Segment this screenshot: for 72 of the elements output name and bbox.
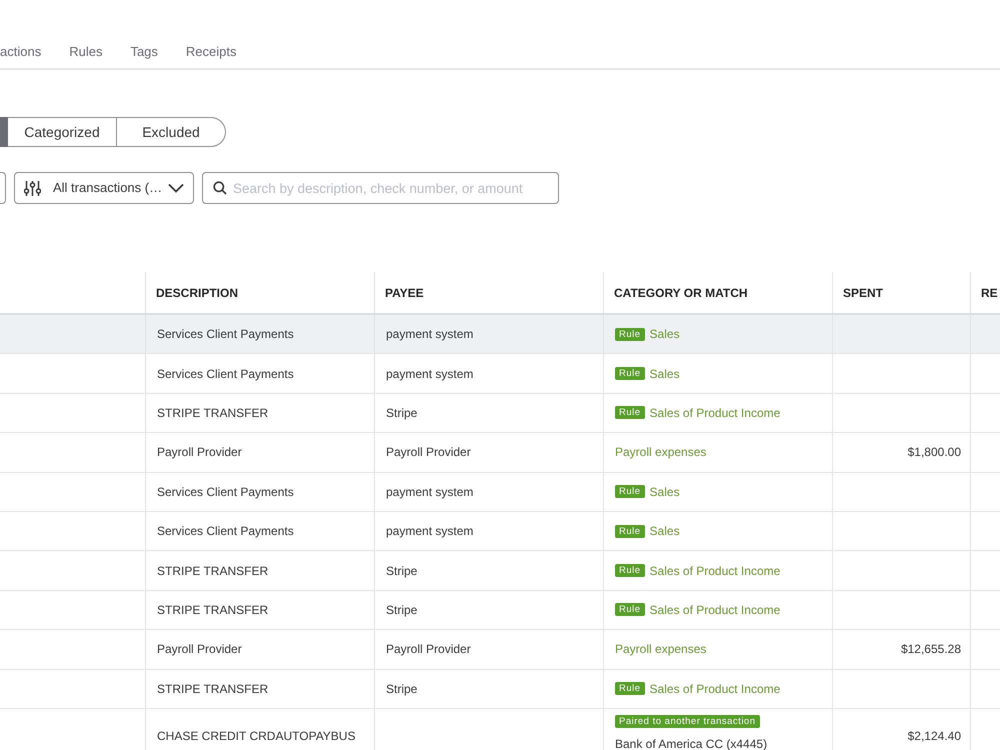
table-row[interactable]: Services Client Payments payment system Rule Sales <box>0 354 1000 394</box>
description-text: Payroll Provider <box>157 444 242 462</box>
description-text: Services Client Payments <box>157 326 294 344</box>
description-text: Services Client Payments <box>157 523 294 540</box>
table-row[interactable]: Services Client Payments payment system Rule Sales <box>0 512 1000 552</box>
nav-tab[interactable]: Receipts <box>186 42 236 62</box>
amount-text: $12,655.28 <box>900 641 961 658</box>
sliders-icon <box>24 180 41 196</box>
description-text: CHASE CREDIT CRDAUTOPAYBUS <box>157 728 356 746</box>
description-text: Services Client Payments <box>157 484 294 501</box>
table-row[interactable]: Services Client Payments payment system Rule Sales <box>0 315 1000 354</box>
column-header: RE <box>980 284 999 302</box>
nav-tab[interactable]: actions <box>0 42 42 62</box>
payee-text: Stripe <box>386 602 418 619</box>
category-text: Payroll expenses <box>615 641 706 658</box>
payee-text: Payroll Provider <box>386 641 471 658</box>
status-badge: Rule <box>615 367 645 380</box>
column-header: SPENT <box>833 272 971 313</box>
nav-tab[interactable]: Tags <box>130 42 158 62</box>
category-text: Sales <box>650 523 680 540</box>
payee-text: payment system <box>386 523 474 540</box>
amount-text: $1,800.00 <box>908 444 961 462</box>
category-text: Bank of America CC (x4445) <box>615 736 768 750</box>
category-text: Sales of Product Income <box>650 680 780 698</box>
payee-text: payment system <box>386 366 474 383</box>
description-text: Services Client Payments <box>157 366 294 383</box>
table-row[interactable]: STRIPE TRANSFER Stripe Rule Sales of Product Income <box>0 670 1000 709</box>
column-header: DESCRIPTION <box>146 272 375 313</box>
payee-text: Stripe <box>386 404 418 422</box>
amount-text: $2,124.40 <box>908 728 961 746</box>
table-row[interactable]: STRIPE TRANSFER Stripe Rule Sales of Product Income <box>0 394 1000 434</box>
category-text: Sales of Product Income <box>650 602 780 619</box>
description-text: STRIPE TRANSFER <box>157 602 268 619</box>
table-row[interactable]: Payroll Provider Payroll Provider Payroll expenses $12,655.28 <box>0 630 1000 670</box>
table-row[interactable]: STRIPE TRANSFER Stripe Rule Sales of Product Income <box>0 590 1000 630</box>
table-row[interactable]: Services Client Payments payment system Rule Sales <box>0 472 1000 512</box>
category-text: Sales <box>650 366 680 383</box>
status-badge: Rule <box>615 328 645 341</box>
table-row[interactable]: STRIPE TRANSFER Stripe Rule Sales of Product Income <box>0 551 1000 591</box>
status-tab[interactable]: Categorized <box>8 117 117 147</box>
payee-text: Payroll Provider <box>386 444 471 462</box>
category-text: Sales <box>650 326 680 344</box>
payee-text: Stripe <box>386 562 418 580</box>
filter-dropdown[interactable]: All transactions (… <box>14 172 194 204</box>
column-header: PAYEE <box>375 272 604 313</box>
payee-text: Stripe <box>386 680 418 698</box>
status-badge: Rule <box>615 485 645 498</box>
category-text: Sales of Product Income <box>650 404 780 422</box>
description-text: STRIPE TRANSFER <box>157 562 268 580</box>
status-badge: Rule <box>615 406 645 420</box>
dropdown-value: All transactions (… <box>53 179 162 198</box>
description-text: Payroll Provider <box>157 641 242 658</box>
table-row[interactable]: Payroll Provider Payroll Provider Payroll expenses $1,800.00 <box>0 433 1000 473</box>
payee-text: payment system <box>386 326 474 344</box>
dropdown-field[interactable] <box>0 172 6 204</box>
search-icon <box>213 181 227 195</box>
status-badge: Paired to another transaction <box>615 714 760 728</box>
category-text: Payroll expenses <box>615 444 706 462</box>
nav-tab[interactable]: Rules <box>69 42 102 62</box>
status-badge: Rule <box>615 603 645 616</box>
status-badge: Rule <box>615 682 645 696</box>
status-tab[interactable]: Excluded <box>117 117 226 147</box>
chevron-down-icon <box>168 183 184 193</box>
category-text: Sales of Product Income <box>650 562 780 580</box>
column-header: CATEGORY OR MATCH <box>604 272 833 313</box>
search-field[interactable]: Search by description, check number, or amount <box>202 172 559 204</box>
payee-text: payment system <box>386 484 474 501</box>
status-badge: Rule <box>615 524 645 538</box>
status-badge: Rule <box>615 564 645 578</box>
category-text: Sales <box>650 484 680 501</box>
description-text: STRIPE TRANSFER <box>157 680 268 698</box>
description-text: STRIPE TRANSFER <box>157 404 268 422</box>
